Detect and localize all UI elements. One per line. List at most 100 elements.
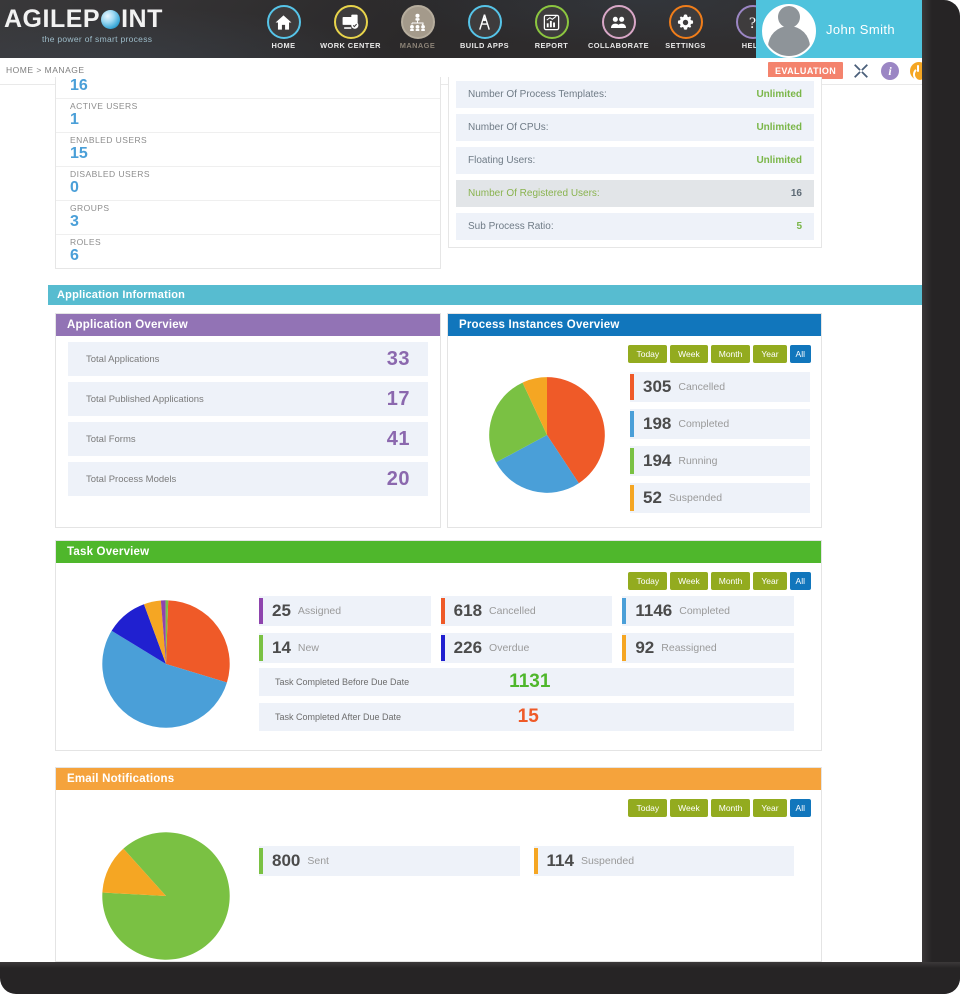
nav-item-home[interactable]: HOME xyxy=(250,2,317,50)
user-stat-value: 16 xyxy=(70,77,426,95)
stat-pill-email: 114Suspended xyxy=(534,846,795,876)
stat-label: Suspended xyxy=(581,855,634,867)
stat-pill-task: 25 Assigned xyxy=(259,596,431,626)
screen: AGILEPINT the power of smart process HOM… xyxy=(0,0,922,962)
user-stat-row: GROUPS3 xyxy=(56,201,440,235)
email-notifications-filter-today[interactable]: Today xyxy=(628,799,667,817)
info-icon[interactable]: i xyxy=(881,62,899,80)
nav-item-work-center[interactable]: WORK CENTER xyxy=(317,2,384,50)
status-color-bar xyxy=(622,598,626,624)
task-overview-filter-year[interactable]: Year xyxy=(753,572,786,590)
license-key: Floating Users: xyxy=(468,155,756,166)
process-instances-filter-month[interactable]: Month xyxy=(711,345,751,363)
nav-label: HOME xyxy=(250,41,317,50)
status-color-bar xyxy=(259,598,263,624)
status-color-bar xyxy=(622,635,626,661)
system-stats-row: 16ACTIVE USERS1ENABLED USERS15DISABLED U… xyxy=(0,85,922,265)
license-value: Unlimited xyxy=(756,155,802,166)
user-stat-value: 6 xyxy=(70,247,426,265)
status-color-bar xyxy=(441,598,445,624)
nav-item-build-apps[interactable]: BUILD APPS xyxy=(451,2,518,50)
process-instances-filter-today[interactable]: Today xyxy=(628,345,667,363)
card-email-notifications: Email Notifications TodayWeekMonthYearAl… xyxy=(55,767,822,962)
device-bezel-bottom xyxy=(0,962,960,994)
time-filter-group-process-instances: TodayWeekMonthYearAll xyxy=(628,345,811,363)
process-instances-filter-all[interactable]: All xyxy=(790,345,811,363)
status-color-bar xyxy=(630,448,634,474)
status-color-bar xyxy=(630,411,634,437)
process-instances-filter-week[interactable]: Week xyxy=(670,345,708,363)
user-stats-panel: 16ACTIVE USERS1ENABLED USERS15DISABLED U… xyxy=(55,77,441,269)
stat-label: Completed xyxy=(679,605,730,617)
application-overview-value: 33 xyxy=(387,348,410,371)
app-window: AGILEPINT the power of smart process HOM… xyxy=(0,0,960,994)
legend-process-instances: 305Cancelled198Completed194Running52Susp… xyxy=(630,372,810,520)
license-key: Number Of Process Templates: xyxy=(468,89,756,100)
nav-item-report[interactable]: REPORT xyxy=(518,2,585,50)
stat-label: Cancelled xyxy=(489,605,536,617)
device-bezel-right xyxy=(922,0,960,994)
application-overview-row: Total Process Models20 xyxy=(68,462,428,496)
stat-value: 14 xyxy=(272,638,291,658)
email-notifications-filter-year[interactable]: Year xyxy=(753,799,786,817)
task-overview-filter-week[interactable]: Week xyxy=(670,572,708,590)
pie-chart-task-overview xyxy=(101,599,231,729)
task-overview-filter-all[interactable]: All xyxy=(790,572,811,590)
user-stat-row: ENABLED USERS15 xyxy=(56,133,440,167)
license-value: 16 xyxy=(791,188,802,199)
application-overview-label: Total Published Applications xyxy=(86,394,387,405)
task-due-value: 1131 xyxy=(509,671,550,693)
email-notifications-filter-all[interactable]: All xyxy=(790,799,811,817)
expand-icon[interactable] xyxy=(852,62,870,80)
stat-pill-process-instance: 52Suspended xyxy=(630,483,810,513)
stat-pill-email: 800Sent xyxy=(259,846,520,876)
main-nav: HOMEWORK CENTERMANAGEBUILD APPSREPORTCOL… xyxy=(250,2,786,50)
svg-text:?: ? xyxy=(749,15,756,32)
user-stat-value: 1 xyxy=(70,111,426,129)
stat-pill-process-instance: 198Completed xyxy=(630,409,810,439)
card-title-application-overview: Application Overview xyxy=(56,314,440,336)
legend-email-notifications: 800Sent 114Suspended xyxy=(259,846,794,876)
nav-label: REPORT xyxy=(518,41,585,50)
process-instances-filter-year[interactable]: Year xyxy=(753,345,786,363)
card-title-email-notifications: Email Notifications xyxy=(56,768,821,790)
nav-item-manage[interactable]: MANAGE xyxy=(384,2,451,50)
email-notifications-filter-month[interactable]: Month xyxy=(711,799,751,817)
license-value: Unlimited xyxy=(756,89,802,100)
license-key: Number Of CPUs: xyxy=(468,122,756,133)
task-overview-filter-today[interactable]: Today xyxy=(628,572,667,590)
stat-label: New xyxy=(298,642,319,654)
settings-gear-icon xyxy=(669,5,703,39)
user-stat-value: 0 xyxy=(70,179,426,197)
email-notifications-filter-week[interactable]: Week xyxy=(670,799,708,817)
stat-value: 25 xyxy=(272,601,291,621)
stat-value: 618 xyxy=(454,601,482,621)
build-apps-icon xyxy=(468,5,502,39)
logo-text-part1: AGILEP xyxy=(4,5,100,33)
nav-item-collaborate[interactable]: COLLABORATE xyxy=(585,2,652,50)
stat-pill-process-instance: 194Running xyxy=(630,446,810,476)
stat-label: Assigned xyxy=(298,605,341,617)
status-color-bar xyxy=(630,485,634,511)
license-key: Number Of Registered Users: xyxy=(468,188,791,199)
agilepoint-logo[interactable]: AGILEPINT the power of smart process xyxy=(4,6,184,44)
application-overview-value: 17 xyxy=(387,388,410,411)
user-stat-row: ROLES6 xyxy=(56,235,440,268)
breadcrumb[interactable]: HOME > MANAGE xyxy=(6,65,85,75)
application-overview-label: Total Process Models xyxy=(86,474,387,485)
user-stat-row: DISABLED USERS0 xyxy=(56,167,440,201)
card-process-instances-overview: Process Instances Overview TodayWeekMont… xyxy=(447,313,822,528)
pie-chart-process-instances xyxy=(488,376,606,494)
power-icon[interactable] xyxy=(910,62,922,80)
nav-item-settings[interactable]: SETTINGS xyxy=(652,2,719,50)
task-overview-filter-month[interactable]: Month xyxy=(711,572,751,590)
license-value: 5 xyxy=(796,221,802,232)
top-navigation-bar: AGILEPINT the power of smart process HOM… xyxy=(0,0,922,58)
stat-label: Overdue xyxy=(489,642,529,654)
nav-label: WORK CENTER xyxy=(317,41,384,50)
logo-dot-icon xyxy=(101,10,120,29)
card-task-overview: Task Overview TodayWeekMonthYearAll 25As… xyxy=(55,540,822,751)
user-stat-row: 16 xyxy=(56,77,440,99)
user-chip[interactable]: John Smith xyxy=(756,0,922,58)
nav-label: SETTINGS xyxy=(652,41,719,50)
